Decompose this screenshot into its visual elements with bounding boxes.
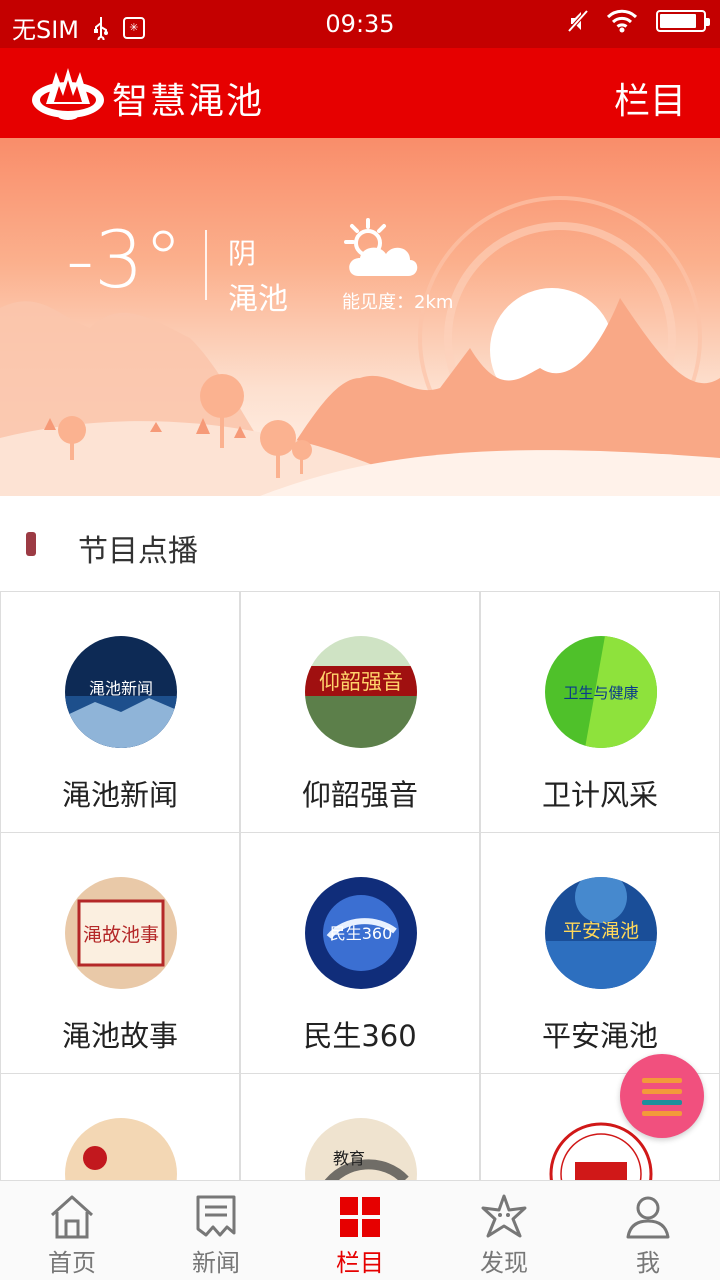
weather-city: 渑池	[228, 282, 288, 317]
program-name: 卫计风采	[541, 778, 658, 812]
tab-label: 栏目	[336, 1249, 384, 1277]
user-icon	[626, 1196, 670, 1239]
starfish-icon	[481, 1194, 527, 1238]
program-tile[interactable]: 仰韶强音 仰韶强音	[240, 592, 480, 833]
menu-line	[642, 1100, 682, 1105]
visibility-text: 能见度：2km	[342, 292, 454, 313]
program-badge-text: 平安渑池	[563, 920, 639, 942]
app-logo-icon	[32, 68, 104, 120]
program-tile[interactable]: 民生360 民生360	[240, 833, 480, 1074]
program-grid: 渑池新闻 渑池新闻 仰韶强音 仰韶强音 卫生与健康 卫计风采 渑故池事 渑池故事…	[0, 591, 720, 1280]
weather-divider	[205, 230, 207, 300]
program-name: 渑池故事	[61, 1019, 178, 1053]
program-name: 平安渑池	[541, 1019, 658, 1053]
tab-label: 我	[636, 1249, 660, 1277]
program-tile[interactable]: 渑池新闻 渑池新闻	[0, 592, 240, 833]
bottom-nav: 首页 新闻 栏目 发现 我	[0, 1180, 720, 1280]
program-tile[interactable]: 渑故池事 渑池故事	[0, 833, 240, 1074]
battery-icon	[656, 10, 710, 32]
program-tile[interactable]: 平安渑池 平安渑池	[480, 833, 720, 1074]
menu-line	[642, 1078, 682, 1083]
columns-menu-button[interactable]: 栏目	[614, 72, 686, 124]
program-tile[interactable]: 卫生与健康 卫计风采	[480, 592, 720, 833]
tab-home[interactable]: 首页	[0, 1181, 144, 1280]
floating-menu-button[interactable]	[620, 1054, 704, 1138]
tab-me[interactable]: 我	[576, 1181, 720, 1280]
menu-line	[642, 1111, 682, 1116]
app-header: 智慧渑池 栏目	[0, 48, 720, 138]
program-badge-text: 教育	[333, 1149, 365, 1168]
tab-label: 新闻	[192, 1249, 240, 1277]
weather-banner: -3° 阴 渑池 能见度：2km	[0, 138, 720, 496]
program-thumbnail: 卫生与健康	[545, 636, 657, 748]
tab-label: 首页	[48, 1249, 96, 1277]
temperature-value: -3°	[66, 216, 183, 306]
section-marker	[26, 532, 36, 556]
menu-line	[642, 1089, 682, 1094]
program-badge-text: 渑池新闻	[89, 679, 153, 698]
program-name: 渑池新闻	[61, 778, 178, 812]
news-icon	[196, 1195, 236, 1237]
weather-condition: 阴	[228, 237, 257, 270]
status-bar: 无SIM ✳ 09:35	[0, 0, 720, 48]
program-badge-text: 卫生与健康	[563, 684, 638, 702]
mute-icon	[568, 9, 588, 33]
program-badge-text: 渑故池事	[83, 924, 159, 946]
weather-landscape-illustration	[0, 196, 720, 496]
tab-columns[interactable]: 栏目	[288, 1181, 432, 1280]
tab-label: 发现	[480, 1249, 528, 1277]
section-header: 节目点播	[0, 496, 720, 592]
program-thumbnail: 仰韶强音	[305, 636, 417, 748]
program-badge-text: 仰韶强音	[319, 670, 403, 694]
partly-cloudy-icon	[344, 218, 418, 276]
program-thumbnail: 平安渑池	[545, 877, 657, 989]
program-name: 民生360	[303, 1019, 417, 1053]
section-title: 节目点播	[78, 534, 198, 569]
program-thumbnail: 渑故池事	[65, 877, 177, 989]
wifi-icon	[606, 9, 638, 33]
grid-icon	[340, 1197, 380, 1237]
program-name: 仰韶强音	[301, 778, 418, 812]
program-thumbnail: 民生360	[305, 877, 417, 989]
program-badge-text: 民生360	[330, 924, 393, 943]
app-title: 智慧渑池	[112, 81, 265, 122]
tab-news[interactable]: 新闻	[144, 1181, 288, 1280]
home-icon	[50, 1195, 94, 1239]
tab-discover[interactable]: 发现	[432, 1181, 576, 1280]
program-thumbnail: 渑池新闻	[65, 636, 177, 748]
